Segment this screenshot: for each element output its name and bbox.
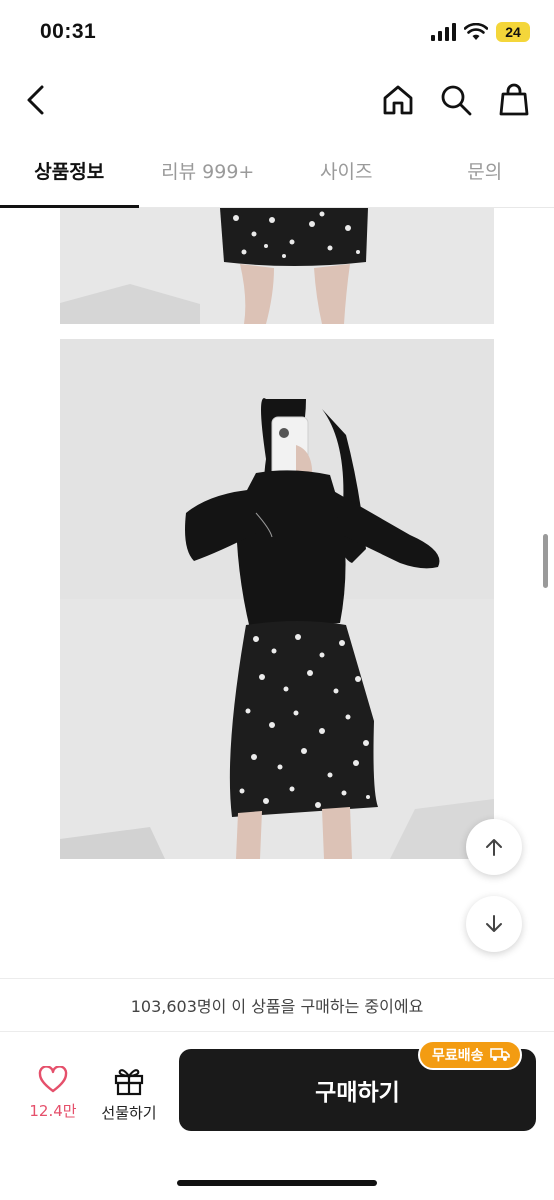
scrollbar-thumb[interactable] <box>543 534 548 588</box>
product-photo <box>60 208 494 324</box>
like-count: 12.4만 <box>29 1102 77 1120</box>
truck-icon <box>489 1048 510 1061</box>
purchase-bar: 12.4만 선물하기 구매하기 무료배송 <box>0 1032 554 1200</box>
buyers-count-banner: 103,603명이 이 상품을 구매하는 중이에요 <box>0 978 554 1032</box>
arrow-up-icon <box>486 839 502 856</box>
heart-icon <box>38 1065 68 1093</box>
home-icon[interactable] <box>380 82 416 118</box>
gift-label: 선물하기 <box>101 1104 157 1122</box>
nav-actions <box>380 82 532 118</box>
gift-button[interactable]: 선물하기 <box>96 1066 162 1123</box>
gift-icon <box>114 1069 144 1096</box>
tab-reviews[interactable]: 리뷰 999+ <box>139 138 278 207</box>
product-photo <box>60 339 494 859</box>
status-bar: 00:31 24 <box>0 0 554 68</box>
tab-product-info[interactable]: 상품정보 <box>0 138 139 208</box>
like-button[interactable]: 12.4만 <box>22 1065 84 1121</box>
free-shipping-badge: 무료배송 <box>418 1040 522 1070</box>
buyers-count-text: 103,603명이 이 상품을 구매하는 중이에요 <box>130 997 424 1016</box>
signal-icon <box>431 23 456 41</box>
tab-inquiry[interactable]: 문의 <box>416 138 554 207</box>
chevron-left-icon[interactable] <box>20 82 56 118</box>
buy-button-label: 구매하기 <box>315 1080 400 1106</box>
free-shipping-label: 무료배송 <box>432 1048 484 1064</box>
product-tabs: 상품정보 리뷰 999+ 사이즈 문의 <box>0 138 554 208</box>
shopping-bag-icon[interactable] <box>496 82 532 118</box>
status-time: 00:31 <box>40 20 97 43</box>
scroll-bottom-button[interactable] <box>466 896 522 952</box>
battery-indicator: 24 <box>496 22 530 42</box>
arrow-down-icon <box>486 915 502 932</box>
wifi-icon <box>464 23 488 40</box>
nav-header <box>0 68 554 134</box>
search-icon[interactable] <box>438 82 474 118</box>
battery-level: 24 <box>505 24 521 40</box>
scroll-top-button[interactable] <box>466 819 522 875</box>
status-indicators: 24 <box>430 22 530 42</box>
tab-size[interactable]: 사이즈 <box>277 138 416 207</box>
home-indicator[interactable] <box>177 1180 377 1186</box>
